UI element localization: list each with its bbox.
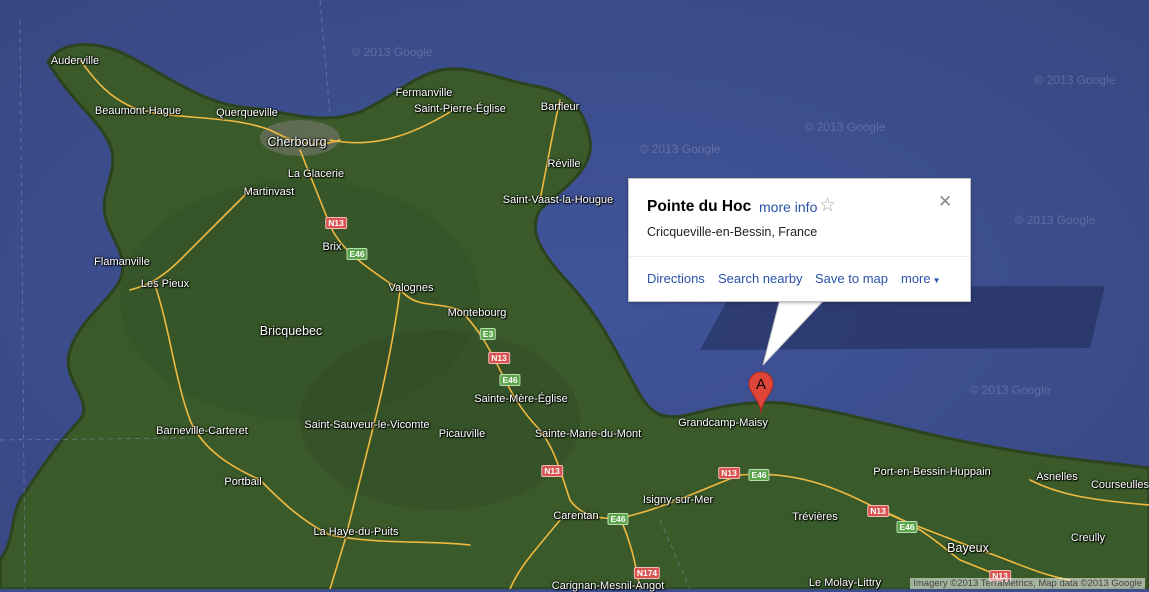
place-label: Picauville <box>438 428 486 440</box>
road-shield-n13: N13 <box>488 352 510 364</box>
place-label: Les Pieux <box>140 278 190 290</box>
road-shield-n13: N13 <box>718 467 740 479</box>
road-shield-e46: E46 <box>346 248 368 260</box>
road-shield-n13: N13 <box>325 217 347 229</box>
directions-link[interactable]: Directions <box>647 271 705 286</box>
place-label: Cherbourg <box>267 135 327 149</box>
road-shield-n13: N13 <box>867 505 889 517</box>
map-watermark: © 2013 Google <box>969 383 1051 397</box>
more-info-link[interactable]: more info <box>759 199 817 215</box>
place-label: Courseulles <box>1090 479 1149 491</box>
close-icon[interactable]: ✕ <box>938 192 952 212</box>
place-label: Grandcamp-Maisy <box>678 417 768 429</box>
place-label: Isigny-sur-Mer <box>642 494 714 506</box>
place-label: Le Molay-Littry <box>808 577 882 589</box>
map-watermark: © 2013 Google <box>351 45 433 59</box>
place-label: Barneville-Carteret <box>156 425 248 437</box>
place-label: Saint-Pierre-Église <box>414 103 506 115</box>
place-label: Réville <box>547 158 581 170</box>
place-label: Bayeux <box>947 541 989 555</box>
road-shield-e3: E3 <box>479 328 497 340</box>
map-attribution: Imagery ©2013 TerraMetrics, Map data ©20… <box>910 578 1145 589</box>
popup-tail <box>762 299 825 366</box>
place-label: Carignan-Mesnil-Angot <box>551 580 665 592</box>
chevron-down-icon: ▼ <box>932 276 941 285</box>
place-label: Asnelles <box>1036 471 1078 483</box>
search-nearby-link[interactable]: Search nearby <box>718 271 803 286</box>
star-icon[interactable]: ☆ <box>819 194 836 217</box>
map-watermark: © 2013 Google <box>1014 213 1096 227</box>
place-label: Barfleur <box>540 101 580 113</box>
place-label: Port-en-Bessin-Huppain <box>873 466 991 478</box>
info-window: Pointe du Hoc more info ☆ ✕ Cricqueville… <box>628 178 971 302</box>
place-label: Montebourg <box>447 307 507 319</box>
place-label: Saint-Vaast-la-Hougue <box>502 194 614 206</box>
place-label: Flamanville <box>94 256 150 268</box>
place-label: Valognes <box>388 282 434 294</box>
more-actions-dropdown[interactable]: more ▼ <box>901 271 941 286</box>
place-label: Bricquebec <box>259 324 323 338</box>
map-watermark: © 2013 Google <box>804 120 886 134</box>
road-shield-e46: E46 <box>748 469 770 481</box>
place-label: Saint-Sauveur-le-Vicomte <box>304 419 430 431</box>
road-shield-e46: E46 <box>896 521 918 533</box>
road-shield-e46: E46 <box>607 513 629 525</box>
satellite-map[interactable] <box>0 0 1149 589</box>
marker-label: A <box>756 376 766 393</box>
divider <box>629 256 970 257</box>
place-address: Cricqueville-en-Bessin, France <box>647 225 818 239</box>
road-shield-n13: N13 <box>541 465 563 477</box>
place-label: Querqueville <box>216 107 278 119</box>
map-watermark: © 2013 Google <box>1034 73 1116 87</box>
place-label: Brix <box>322 241 342 253</box>
place-label: Auderville <box>50 55 100 67</box>
map-marker-a[interactable]: A <box>748 371 774 415</box>
place-label: Martinvast <box>243 186 295 198</box>
place-label: Beaumont-Hague <box>94 105 182 117</box>
road-shield-n174: N174 <box>633 567 661 579</box>
place-label: La Haye-du-Puits <box>313 526 399 538</box>
place-label: Portbail <box>224 476 262 488</box>
place-label: La Glacerie <box>287 168 345 180</box>
place-label: Fermanville <box>395 87 453 99</box>
place-label: Sainte-Marie-du-Mont <box>534 428 642 440</box>
place-label: Trévières <box>792 511 838 523</box>
place-title: Pointe du Hoc <box>647 198 752 215</box>
road-shield-e46: E46 <box>499 374 521 386</box>
map-watermark: © 2013 Google <box>639 142 721 156</box>
place-label: Carentan <box>553 510 599 522</box>
place-label: Sainte-Mère-Église <box>474 393 568 405</box>
save-to-map-link[interactable]: Save to map <box>815 271 888 286</box>
more-label: more <box>901 271 931 286</box>
place-label: Creully <box>1070 532 1106 544</box>
